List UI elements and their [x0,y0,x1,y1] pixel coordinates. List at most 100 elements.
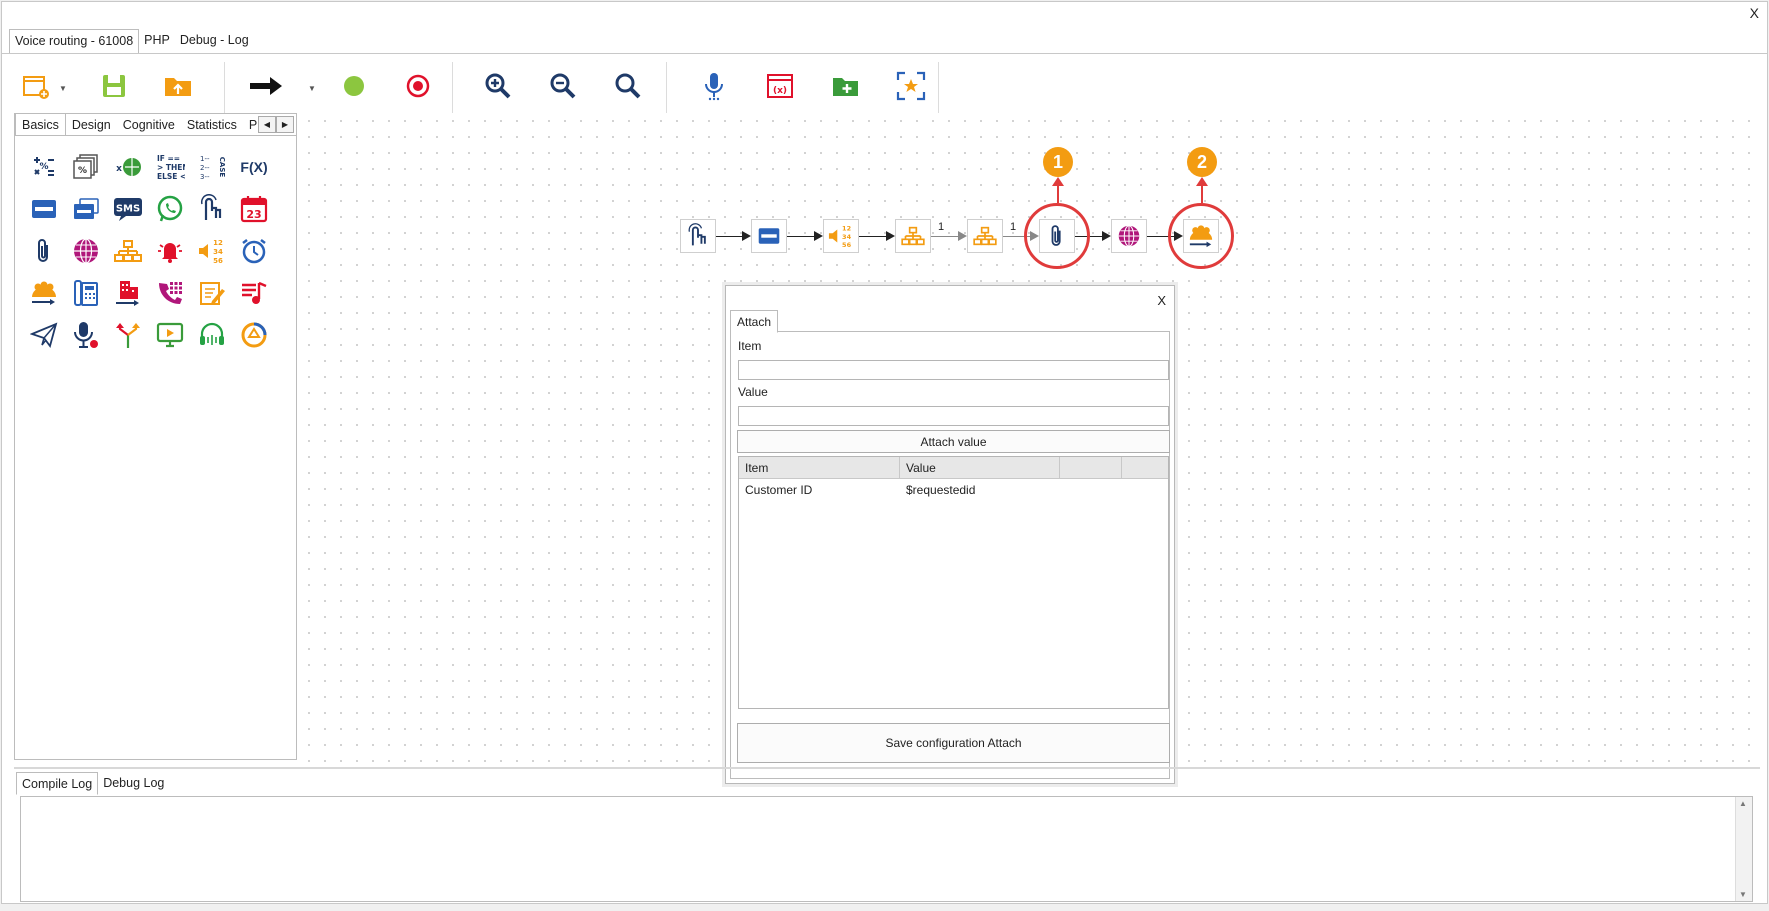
variable-window-icon[interactable]: (x) [762,68,798,104]
log-tab-bar: Compile Log Debug Log [16,772,169,795]
attach-table: Item Value Customer ID $requestedid [738,456,1169,709]
start-dot-icon[interactable] [336,68,372,104]
svg-text:(x): (x) [773,86,787,96]
building-transfer-icon[interactable] [107,272,149,314]
flow-node-attach[interactable] [1039,219,1075,253]
scroll-down-icon[interactable]: ▼ [1739,890,1747,899]
percentage-stack-icon[interactable]: % [65,146,107,188]
log-scrollbar[interactable]: ▲ ▼ [1735,797,1752,901]
dtmf-finger-icon[interactable] [191,188,233,230]
music-playlist-icon[interactable] [233,272,275,314]
flow-node-play-numbers[interactable]: 12 34 56 [823,219,859,253]
dialog-close-button[interactable]: X [1157,293,1166,308]
new-window-icon[interactable] [18,68,54,104]
zoom-reset-icon[interactable] [610,68,646,104]
tab-php[interactable]: PHP [139,29,175,53]
globe-icon[interactable] [65,230,107,272]
tab-voice-routing[interactable]: Voice routing - 61008 [9,29,140,54]
window-close-button[interactable]: X [1750,5,1759,21]
palette-scroll-right-icon[interactable]: ▶ [276,116,294,133]
alarm-bell-icon[interactable] [149,230,191,272]
column-header-value[interactable]: Value [900,457,1060,478]
column-header-extra[interactable] [1060,457,1122,478]
headset-icon[interactable] [191,314,233,356]
voicemail-card-icon[interactable] [23,188,65,230]
video-monitor-icon[interactable] [149,314,191,356]
table-row[interactable]: Customer ID $requestedid [739,479,1168,500]
flow-node-globe[interactable] [1111,219,1147,253]
add-folder-icon[interactable] [828,68,864,104]
save-configuration-button[interactable]: Save configuration Attach [737,723,1170,763]
log-output[interactable]: ▲ ▼ [20,796,1753,902]
column-header-item[interactable]: Item [739,457,900,478]
item-input[interactable] [738,360,1169,380]
routing-tree-icon[interactable] [107,230,149,272]
if-line: IF == [157,154,180,163]
flow-node-agent-transfer[interactable] [1183,219,1219,253]
value-input[interactable] [738,406,1169,426]
callout-badge-2: 2 [1187,147,1217,177]
palette-tab-design[interactable]: Design [66,114,117,135]
callout-arrow-tip-icon [1052,177,1064,186]
progress-ring-icon[interactable] [233,314,275,356]
palette-grid: % % x IF ==> THENELSE < 1--2--3-- CASE F(… [23,146,275,356]
function-icon[interactable]: F(X) [233,146,275,188]
sms-icon[interactable]: SMS [107,188,149,230]
node-play-number-2: 34 [842,233,852,241]
palette-scroll-left-icon[interactable]: ◀ [258,116,276,133]
arrow-right-icon[interactable] [248,68,284,104]
play-numbers-icon[interactable]: 12 34 56 [191,230,233,272]
edit-note-icon[interactable] [191,272,233,314]
flow-node-routing-2[interactable] [967,219,1003,253]
upload-folder-icon[interactable] [160,68,196,104]
flow-connector-arrow-icon [1102,231,1111,241]
alarm-clock-icon[interactable] [233,230,275,272]
agent-group-transfer-icon[interactable] [23,272,65,314]
save-icon[interactable] [96,68,132,104]
desk-phone-icon[interactable] [65,272,107,314]
attach-paperclip-icon[interactable] [23,230,65,272]
microphone-icon[interactable] [696,68,732,104]
stop-target-icon[interactable] [400,68,436,104]
zoom-out-icon[interactable] [545,68,581,104]
calendar-day: 23 [246,208,261,221]
phone-keypad-icon[interactable] [149,272,191,314]
edge-label-1: 1 [938,221,945,233]
edge-label-2: 1 [1010,221,1017,233]
whatsapp-icon[interactable] [149,188,191,230]
web-variable-icon[interactable]: x [107,146,149,188]
log-divider[interactable] [14,767,1760,769]
record-microphone-icon[interactable] [65,314,107,356]
attach-dialog: X Attach Item Value Attach value Item Va… [725,285,1175,784]
attach-value-button[interactable]: Attach value [737,430,1170,453]
callout-arrow-2 [1201,184,1203,203]
palette-tab-basics[interactable]: Basics [15,114,66,135]
toolbar-separator [666,62,667,114]
flow-node-dtmf[interactable] [680,219,716,253]
tab-debug-log[interactable]: Debug - Log [175,29,254,53]
case-icon[interactable]: 1-- 2-- 3-- CASE [191,146,233,188]
split-arrows-icon[interactable] [107,314,149,356]
if-then-else-icon[interactable]: IF ==> THENELSE < [149,146,191,188]
zoom-in-icon[interactable] [480,68,516,104]
calendar-icon[interactable]: 23 [233,188,275,230]
play-number-3: 56 [213,257,223,265]
cell-value: $requestedid [906,483,976,497]
tab-debug-log-panel[interactable]: Debug Log [98,772,169,794]
palette-tab-statistics[interactable]: Statistics [181,114,243,135]
scroll-up-icon[interactable]: ▲ [1739,799,1747,808]
math-operators-icon[interactable]: % [23,146,65,188]
arrow-dropdown-icon[interactable]: ▼ [308,84,316,93]
new-dropdown-icon[interactable]: ▼ [59,84,67,93]
voicemail-stack-icon[interactable] [65,188,107,230]
fit-to-screen-icon[interactable] [893,68,929,104]
send-paper-plane-icon[interactable] [23,314,65,356]
dialog-tab-attach[interactable]: Attach [730,310,779,333]
cell-item: Customer ID [745,483,813,497]
svg-text:x: x [116,164,122,174]
flow-node-voicemail[interactable] [751,219,787,253]
tab-compile-log[interactable]: Compile Log [16,772,99,795]
play-number-1: 12 [213,239,223,247]
palette-tab-cognitive[interactable]: Cognitive [117,114,181,135]
flow-node-routing-1[interactable] [895,219,931,253]
